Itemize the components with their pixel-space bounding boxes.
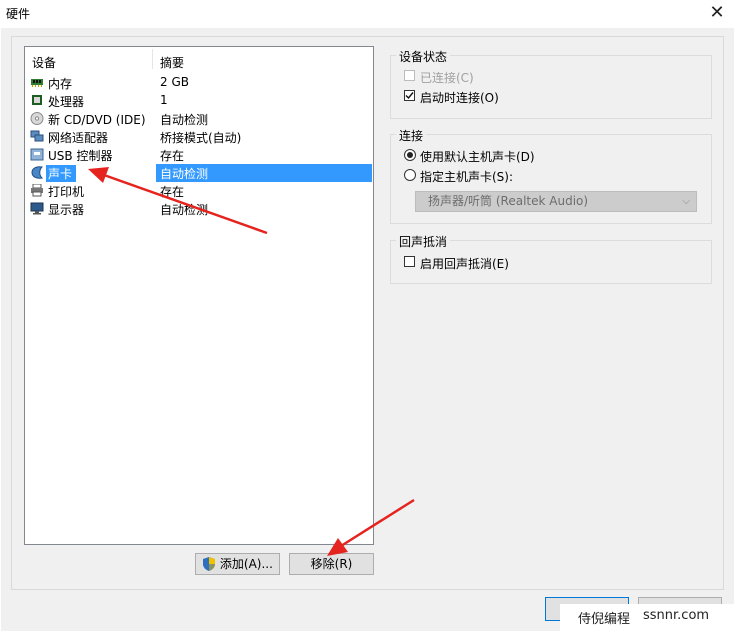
red-arrow-icon: [327, 498, 415, 556]
watermark-brand: 侍倪编程: [578, 612, 631, 627]
annotation-overlay: [88, 167, 415, 556]
watermark-domain: ssnnr.com: [643, 608, 710, 623]
red-arrow-icon: [88, 167, 268, 235]
watermark: 侍倪编程 ssnnr.com: [560, 604, 735, 631]
